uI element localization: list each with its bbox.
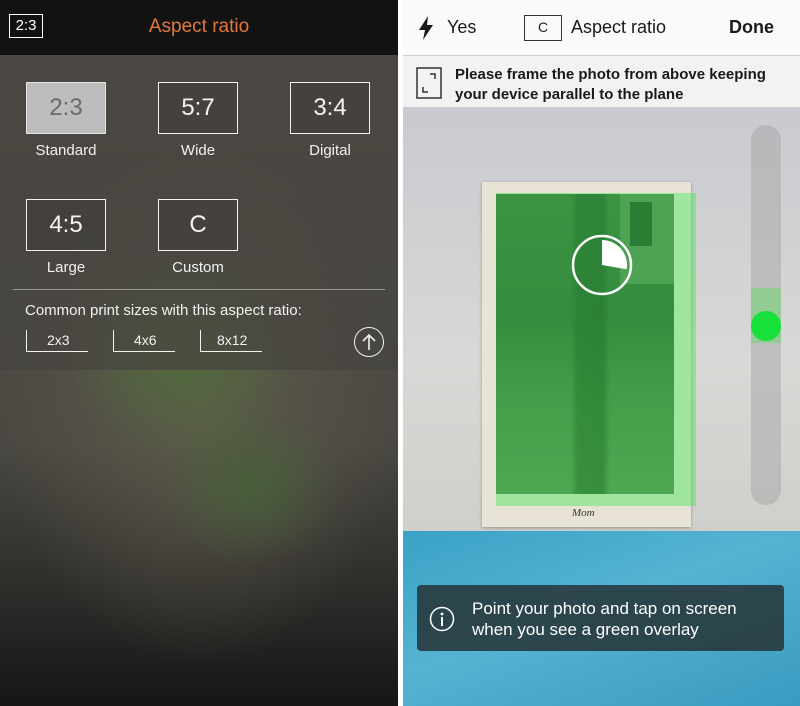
hint-text: Point your photo and tap on screen when … bbox=[472, 599, 737, 639]
flash-label[interactable]: Yes bbox=[447, 17, 476, 38]
collapse-button[interactable] bbox=[354, 327, 384, 357]
level-slider[interactable] bbox=[751, 125, 781, 505]
common-sizes-label: Common print sizes with this aspect rati… bbox=[25, 302, 302, 319]
option-label: Digital bbox=[309, 142, 351, 159]
option-value: 4:5 bbox=[26, 199, 106, 251]
option-value: 2:3 bbox=[26, 82, 106, 134]
arrow-up-circle-icon bbox=[362, 333, 376, 350]
bottom-area: Point your photo and tap on screen when … bbox=[403, 531, 800, 706]
instruction-text: Please frame the photo from above keepin… bbox=[455, 66, 766, 103]
instruction-bar: Please frame the photo from above keepin… bbox=[403, 55, 800, 108]
camera-viewfinder[interactable]: Mom bbox=[403, 107, 800, 531]
print-size-2x3[interactable]: 2x3 bbox=[26, 330, 88, 352]
aspect-ratio-panel: 2:3 Aspect ratio 2:3 Standard 5:7 Wide 3… bbox=[0, 0, 398, 706]
option-wide[interactable]: 5:7 Wide bbox=[156, 82, 240, 159]
photo-caption: Mom bbox=[572, 507, 595, 519]
flash-icon[interactable] bbox=[417, 16, 435, 40]
done-button[interactable]: Done bbox=[729, 17, 774, 38]
print-size-4x6[interactable]: 4x6 bbox=[113, 330, 175, 352]
level-knob[interactable] bbox=[751, 311, 781, 342]
print-size-8x12[interactable]: 8x12 bbox=[200, 330, 262, 352]
top-bar: 2:3 Aspect ratio bbox=[0, 0, 398, 55]
option-custom[interactable]: C Custom bbox=[156, 199, 240, 276]
option-label: Large bbox=[46, 259, 86, 276]
option-digital[interactable]: 3:4 Digital bbox=[288, 82, 372, 159]
option-label: Wide bbox=[180, 142, 216, 159]
top-bar: Yes C Aspect ratio Done bbox=[403, 0, 800, 55]
option-value: 3:4 bbox=[290, 82, 370, 134]
option-value: C bbox=[158, 199, 238, 251]
camera-panel: Yes C Aspect ratio Done Please frame the… bbox=[403, 0, 800, 706]
option-large[interactable]: 4:5 Large bbox=[24, 199, 108, 276]
divider bbox=[13, 289, 385, 290]
hint-toast: Point your photo and tap on screen when … bbox=[417, 585, 784, 651]
aspect-options-overlay: 2:3 Standard 5:7 Wide 3:4 Digital 4:5 La… bbox=[0, 55, 398, 370]
option-label: Custom bbox=[172, 259, 224, 276]
aspect-ratio-button[interactable]: Aspect ratio bbox=[571, 17, 666, 38]
aspect-badge-button[interactable]: C bbox=[524, 15, 562, 41]
pie-progress-icon bbox=[571, 234, 633, 296]
option-label: Standard bbox=[35, 142, 97, 159]
option-value: 5:7 bbox=[158, 82, 238, 134]
frame-icon bbox=[416, 67, 442, 99]
option-standard[interactable]: 2:3 Standard bbox=[24, 82, 108, 159]
page-title: Aspect ratio bbox=[148, 16, 250, 37]
info-icon bbox=[429, 606, 455, 632]
